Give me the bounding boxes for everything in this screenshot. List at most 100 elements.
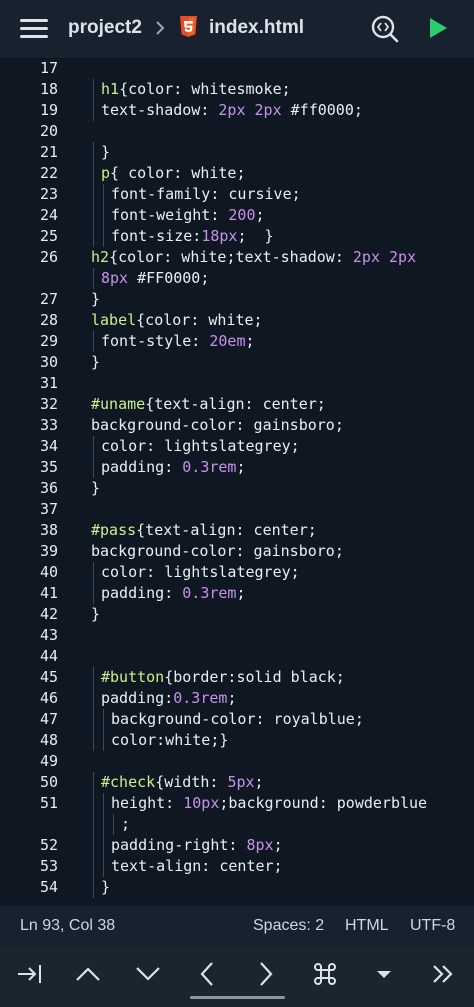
- code-line[interactable]: 33 background-color: gainsboro;: [0, 415, 474, 436]
- code-line[interactable]: 24 font-weight: 200;: [0, 205, 474, 226]
- code-line[interactable]: 19 text-shadow: 2px 2px #ff0000;: [0, 100, 474, 121]
- arrow-down-icon[interactable]: [126, 956, 170, 992]
- number-token: 2px 2px: [352, 248, 417, 266]
- more-icon[interactable]: [421, 956, 465, 992]
- code-line[interactable]: 30}: [0, 352, 474, 373]
- code-line[interactable]: 38 #pass{text-align: center;: [0, 520, 474, 541]
- code-line[interactable]: 25 font-size:18px; }: [0, 226, 474, 247]
- line-number: 24: [39, 206, 58, 224]
- line-number: 21: [39, 143, 58, 161]
- code-line[interactable]: 26 h2{color: white;text-shadow: 2px 2px: [0, 247, 474, 268]
- code-text: font-size:18px; }: [111, 226, 274, 247]
- line-number: 28: [39, 311, 58, 329]
- code-line[interactable]: 8px #FF0000;: [0, 268, 474, 289]
- indent-setting[interactable]: Spaces: 2: [253, 917, 324, 935]
- text-token: {width:: [155, 773, 228, 791]
- code-text: font-weight: 200;: [111, 205, 265, 226]
- cursor-position[interactable]: Ln 93, Col 38: [20, 917, 115, 935]
- code-line[interactable]: 39 background-color: gainsboro;: [0, 541, 474, 562]
- line-number: 22: [39, 164, 58, 182]
- code-line[interactable]: 50 #check{width: 5px;: [0, 772, 474, 793]
- line-number: 29: [39, 332, 58, 350]
- code-line[interactable]: 20: [0, 121, 474, 142]
- code-line[interactable]: 23 font-family: cursive;: [0, 184, 474, 205]
- code-line[interactable]: 46 padding:0.3rem;: [0, 688, 474, 709]
- text-token: ;: [236, 458, 246, 476]
- dropdown-icon[interactable]: [362, 956, 406, 992]
- code-line[interactable]: 22 p{ color: white;: [0, 163, 474, 184]
- arrow-right-icon[interactable]: [244, 956, 288, 992]
- find-icon[interactable]: [370, 14, 400, 44]
- tab-icon[interactable]: [8, 956, 52, 992]
- code-line[interactable]: 31: [0, 373, 474, 394]
- arrow-up-icon[interactable]: [66, 956, 110, 992]
- code-line[interactable]: ;: [0, 814, 474, 835]
- indent-guide: [93, 730, 94, 751]
- indent-guide: [93, 583, 94, 604]
- text-token: #FF0000;: [128, 269, 210, 287]
- line-number: 17: [39, 59, 58, 77]
- line-number: 19: [39, 101, 58, 119]
- code-line[interactable]: 36}: [0, 478, 474, 499]
- code-line[interactable]: 48 color:white;}: [0, 730, 474, 751]
- encoding[interactable]: UTF-8: [410, 917, 455, 935]
- line-number: 45: [39, 668, 58, 686]
- language-mode[interactable]: HTML: [345, 917, 389, 935]
- line-number: 25: [39, 227, 58, 245]
- selector-token: #uname: [91, 395, 146, 413]
- code-line[interactable]: 43: [0, 625, 474, 646]
- code-line[interactable]: 49: [0, 751, 474, 772]
- line-number: 34: [39, 437, 58, 455]
- indent-guide: [103, 856, 104, 877]
- code-line[interactable]: 35 padding: 0.3rem;: [0, 457, 474, 478]
- arrow-left-icon[interactable]: [185, 956, 229, 992]
- code-text: padding: 0.3rem;: [101, 457, 246, 478]
- code-line[interactable]: 45 #button{border:solid black;: [0, 667, 474, 688]
- code-line[interactable]: 21}: [0, 142, 474, 163]
- code-line[interactable]: 34 color: lightslategrey;: [0, 436, 474, 457]
- text-token: text-shadow:: [101, 101, 219, 119]
- code-text: background-color: royalblue;: [111, 709, 364, 730]
- number-token: 20em: [209, 332, 246, 350]
- code-line[interactable]: 53 text-align: center;: [0, 856, 474, 877]
- code-line[interactable]: 18 h1{color: whitesmoke;: [0, 79, 474, 100]
- run-icon[interactable]: [427, 16, 449, 40]
- project-name[interactable]: project2: [68, 17, 142, 39]
- code-line[interactable]: 42}: [0, 604, 474, 625]
- text-token: background-color: gainsboro;: [91, 416, 344, 434]
- code-line[interactable]: 47 background-color: royalblue;: [0, 709, 474, 730]
- code-line[interactable]: 37: [0, 499, 474, 520]
- indent-guide: [93, 562, 94, 583]
- text-token: height:: [111, 794, 184, 812]
- text-token: font-weight:: [111, 206, 229, 224]
- code-line[interactable]: 41 padding: 0.3rem;: [0, 583, 474, 604]
- code-text: }: [91, 289, 100, 310]
- code-line[interactable]: 52 padding-right: 8px;: [0, 835, 474, 856]
- indent-guide: [93, 79, 94, 100]
- code-line[interactable]: 29 font-style: 20em;: [0, 331, 474, 352]
- number-token: 0.3rem: [182, 584, 237, 602]
- command-icon[interactable]: [303, 956, 347, 992]
- code-line[interactable]: 44: [0, 646, 474, 667]
- line-number: 18: [39, 80, 58, 98]
- code-line[interactable]: 27}: [0, 289, 474, 310]
- text-token: {text-align: center;: [145, 395, 326, 413]
- number-token: 0.3rem: [173, 689, 228, 707]
- line-number: 52: [39, 836, 58, 854]
- text-token: ;: [273, 836, 283, 854]
- code-line[interactable]: 40 color: lightslategrey;: [0, 562, 474, 583]
- code-line[interactable]: 17: [0, 58, 474, 79]
- menu-icon[interactable]: [20, 17, 48, 41]
- top-bar: project2 index.html: [0, 0, 474, 58]
- code-text: }: [91, 478, 100, 499]
- code-text: #uname{text-align: center;: [91, 394, 326, 415]
- code-line[interactable]: 28 label{color: white;: [0, 310, 474, 331]
- code-line[interactable]: 51 height: 10px;background: powderblue: [0, 793, 474, 814]
- text-token: background-color: gainsboro;: [91, 542, 344, 560]
- code-line[interactable]: 32 #uname{text-align: center;: [0, 394, 474, 415]
- file-tab[interactable]: index.html: [209, 17, 304, 39]
- line-number: 35: [39, 458, 58, 476]
- code-line[interactable]: 54}: [0, 877, 474, 898]
- code-editor[interactable]: 17 18 h1{color: whitesmoke; 19 text-shadow: …: [0, 58, 474, 906]
- selector-token: label: [91, 311, 137, 329]
